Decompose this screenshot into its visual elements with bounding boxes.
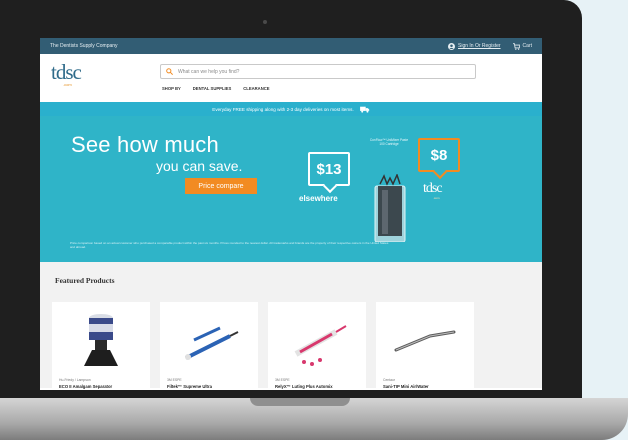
top-bar: The Dentists Supply Company Sign In Or R… bbox=[40, 38, 542, 54]
user-icon bbox=[448, 42, 456, 50]
price-compare-button[interactable]: Price compare bbox=[185, 178, 257, 194]
search-input[interactable]: What can we help you find? bbox=[160, 64, 476, 79]
product-image bbox=[374, 174, 406, 242]
nav-item-dental-supplies[interactable]: DENTAL SUPPLIES bbox=[193, 86, 231, 91]
signin-link[interactable]: Sign In Or Register bbox=[448, 42, 501, 50]
signin-label: Sign In Or Register bbox=[458, 43, 501, 49]
shipping-text: Everyday FREE shipping along with 2-3 da… bbox=[212, 106, 354, 112]
search-icon bbox=[166, 68, 173, 75]
laptop-bezel: The Dentists Supply Company Sign In Or R… bbox=[0, 0, 582, 398]
nav-item-clearance[interactable]: CLEARANCE bbox=[243, 86, 269, 91]
truck-icon bbox=[359, 106, 369, 113]
shipping-banner: Everyday FREE shipping along with 2-3 da… bbox=[40, 102, 542, 116]
price-tdsc-badge: $8 bbox=[418, 138, 460, 172]
cart-icon bbox=[512, 42, 520, 50]
laptop-hinge-notch bbox=[250, 398, 350, 406]
main-nav: SHOP BY DENTAL SUPPLIES CLEARANCE bbox=[162, 86, 270, 91]
product-name: ECO II Amalgam Separator bbox=[59, 384, 113, 389]
hero-banner: See how much you can save. Price compare… bbox=[40, 116, 542, 262]
cart-link[interactable]: Cart bbox=[512, 42, 532, 50]
cart-label: Cart bbox=[522, 43, 532, 49]
product-card[interactable]: Centaur Sani-TIP Mini Air/Water bbox=[376, 302, 474, 390]
featured-products-section: Featured Products Hu-Friedy / Lampson EC… bbox=[40, 262, 542, 390]
amalgam-separator-image bbox=[84, 314, 118, 366]
hero-disclaimer: Price comparison based on an actual cust… bbox=[70, 241, 389, 249]
hero-logo-word: tdsc bbox=[423, 181, 443, 196]
webcam bbox=[263, 20, 267, 24]
hero-tdsc-logo: tdsc .com bbox=[423, 182, 457, 208]
product-cards: Hu-Friedy / Lampson ECO II Amalgam Separ… bbox=[52, 302, 474, 390]
price-elsewhere-badge: $13 bbox=[308, 152, 350, 186]
product-name: Filtek™ Supreme Ultra bbox=[167, 384, 212, 389]
product-brand: 3M ESPE bbox=[275, 378, 290, 382]
automix-syringe-image bbox=[294, 325, 347, 366]
nav-item-shop-by[interactable]: SHOP BY bbox=[162, 86, 181, 91]
syringe-image bbox=[185, 326, 239, 360]
site-header: tdsc .com What can we help you find? SHO… bbox=[40, 54, 542, 102]
hero-headline: See how much bbox=[71, 132, 219, 157]
product-card[interactable]: 3M ESPE Filtek™ Supreme Ultra bbox=[160, 302, 258, 390]
laptop-screen: The Dentists Supply Company Sign In Or R… bbox=[40, 38, 542, 390]
hero-logo-sub: .com bbox=[433, 196, 440, 200]
product-name: RelyX™ Luting Plus Automix bbox=[275, 384, 333, 389]
product-brand: Hu-Friedy / Lampson bbox=[59, 378, 91, 382]
tdsc-logo[interactable]: tdsc .com bbox=[51, 62, 101, 94]
hero-subheadline: you can save. bbox=[156, 158, 243, 174]
search-placeholder: What can we help you find? bbox=[178, 68, 240, 75]
product-brand: Centaur bbox=[383, 378, 396, 382]
product-card[interactable]: Hu-Friedy / Lampson ECO II Amalgam Separ… bbox=[52, 302, 150, 390]
logo-sub: .com bbox=[63, 82, 72, 87]
logo-word: tdsc bbox=[51, 60, 82, 84]
product-card[interactable]: 3M ESPE RelyX™ Luting Plus Automix bbox=[268, 302, 366, 390]
elsewhere-label: elsewhere bbox=[299, 194, 338, 203]
product-note: ConFlow™ UniMixer Paste 100 Cartridge bbox=[369, 138, 409, 146]
tagline: The Dentists Supply Company bbox=[50, 43, 118, 49]
air-water-tip-image bbox=[394, 330, 456, 352]
product-brand: 3M ESPE bbox=[167, 378, 182, 382]
featured-title: Featured Products bbox=[55, 276, 115, 285]
product-name: Sani-TIP Mini Air/Water bbox=[383, 384, 429, 389]
